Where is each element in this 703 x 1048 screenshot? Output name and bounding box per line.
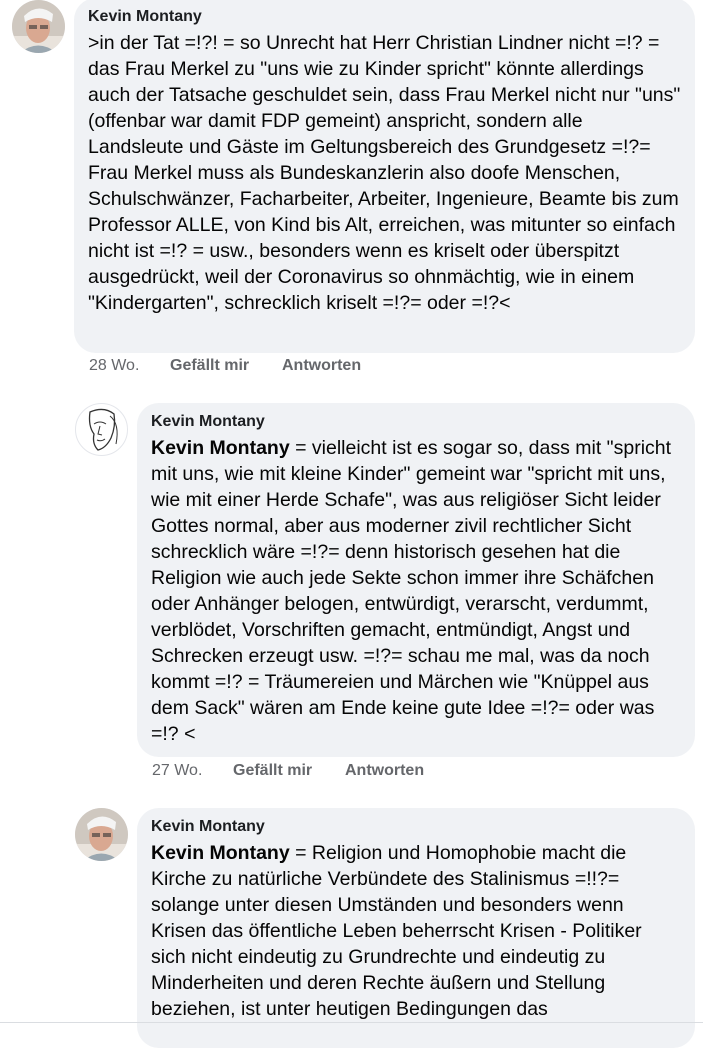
comment-author[interactable]: Kevin Montany — [151, 818, 681, 836]
sketch-face-icon — [88, 408, 118, 451]
mention-link[interactable]: Kevin Montany — [151, 437, 290, 459]
like-button[interactable]: Gefällt mir — [170, 357, 282, 375]
avatar[interactable] — [75, 403, 128, 456]
reply-button[interactable]: Antworten — [345, 762, 424, 780]
comment-bubble: Kevin Montany >in der Tat =!?! = so Unre… — [74, 0, 695, 353]
comment-text: Kevin Montany = Religion und Homophobie … — [151, 840, 681, 1022]
comment-bubble: Kevin Montany Kevin Montany = Religion u… — [137, 808, 695, 1048]
profile-photo-icon — [12, 0, 65, 53]
like-button[interactable]: Gefällt mir — [233, 762, 345, 780]
comment-bubble: Kevin Montany Kevin Montany = vielleicht… — [137, 403, 695, 757]
divider — [0, 1022, 703, 1023]
comment-author[interactable]: Kevin Montany — [88, 8, 681, 26]
comment-text: >in der Tat =!?! = so Unrecht hat Herr C… — [88, 32, 681, 314]
comment-author[interactable]: Kevin Montany — [151, 413, 681, 431]
profile-photo-icon — [75, 808, 128, 861]
mention-link[interactable]: Kevin Montany — [151, 842, 290, 864]
comment-timestamp[interactable]: 27 Wo. — [152, 762, 233, 780]
comment-body: = vielleicht ist es sogar so, dass mit "… — [151, 437, 672, 745]
comment-body: = Religion und Homophobie macht die Kirc… — [151, 842, 642, 1020]
avatar[interactable] — [12, 0, 65, 53]
reply-button[interactable]: Antworten — [282, 357, 361, 375]
comment-actions: 27 Wo. Gefällt mir Antworten — [152, 762, 424, 780]
comment-timestamp[interactable]: 28 Wo. — [89, 357, 170, 375]
comment-text: Kevin Montany = vielleicht ist es sogar … — [151, 435, 681, 747]
comment-actions: 28 Wo. Gefällt mir Antworten — [89, 357, 361, 375]
avatar[interactable] — [75, 808, 128, 861]
